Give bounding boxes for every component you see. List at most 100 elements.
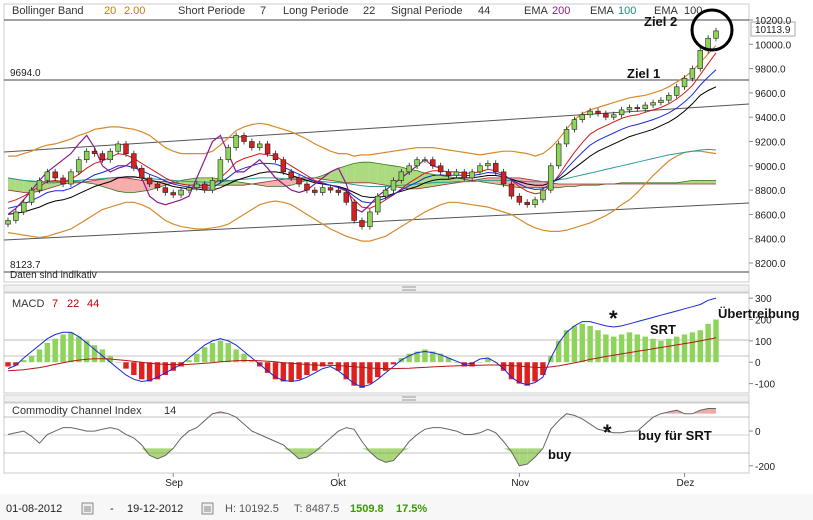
- candle-body: [524, 201, 530, 205]
- macd-histogram-bar: [209, 343, 216, 363]
- candle-body: [335, 189, 342, 193]
- price-tick-label: 9400.0: [755, 113, 786, 124]
- candle-body: [493, 163, 499, 173]
- candle-body: [209, 180, 216, 191]
- ema1-label: EMA: [524, 5, 549, 17]
- candle-body: [304, 183, 310, 191]
- price-tick-label: 8200.0: [755, 259, 786, 270]
- candle-body: [288, 171, 294, 179]
- candle-body: [36, 180, 43, 191]
- candle-body: [666, 95, 672, 101]
- candle-body: [178, 189, 184, 196]
- ema2-label: EMA: [590, 5, 615, 17]
- candle-body: [28, 189, 35, 203]
- candle-body: [272, 153, 279, 161]
- candle-body: [52, 171, 58, 179]
- month-tick-label: Nov: [511, 478, 529, 489]
- calendar-icon[interactable]: [81, 502, 94, 515]
- candle-body: [170, 192, 176, 196]
- macd-histogram-bar: [5, 362, 11, 367]
- macd-param-1: 7: [52, 298, 58, 310]
- cci-oversold-fill: [519, 448, 528, 466]
- macd-histogram-bar: [382, 362, 389, 371]
- candle-body: [634, 107, 641, 109]
- macd-histogram-bar: [390, 362, 397, 365]
- price-tick-label: 9800.0: [755, 65, 786, 76]
- macd-tick-label: 100: [755, 337, 772, 348]
- candle-body: [351, 201, 357, 221]
- macd-histogram-bar: [217, 340, 224, 363]
- long-period-value: 22: [363, 5, 375, 17]
- candle-body: [713, 30, 719, 39]
- macd-histogram-bar: [375, 362, 381, 378]
- date-to[interactable]: 19-12-2012: [127, 503, 183, 515]
- candle-body: [571, 119, 578, 130]
- ichimoku-cloud-segment: [354, 162, 362, 183]
- candle-body: [83, 150, 90, 161]
- candle-body: [241, 135, 247, 142]
- cci-overbought-fill: [708, 408, 716, 414]
- ichimoku-cloud-segment: [346, 163, 355, 183]
- price-panel: [3, 3, 750, 283]
- candle-body: [390, 180, 397, 191]
- month-tick-label: Okt: [330, 478, 346, 489]
- macd-histogram-bar: [697, 330, 703, 363]
- ichimoku-cloud-segment: [15, 179, 24, 193]
- macd-histogram-bar: [68, 332, 74, 363]
- splitter-2[interactable]: [3, 394, 750, 403]
- macd-histogram-bar: [681, 334, 688, 363]
- ichimoku-cloud-segment: [692, 180, 701, 185]
- macd-histogram-bar: [626, 332, 633, 363]
- cci-oversold-fill: [385, 448, 394, 463]
- macd-histogram-bar: [579, 323, 585, 363]
- candle-body: [500, 171, 507, 185]
- macd-histogram-bar: [587, 325, 593, 363]
- candle-body: [548, 165, 554, 191]
- macd-histogram-bar: [139, 362, 145, 380]
- candle-body: [626, 107, 633, 111]
- change-percent: 17.5%: [396, 503, 427, 515]
- candle-body: [194, 183, 200, 188]
- macd-histogram-bar: [327, 362, 334, 365]
- ichimoku-cloud-segment: [377, 163, 386, 186]
- srt-annotation: SRT: [650, 322, 676, 337]
- calendar-icon[interactable]: [201, 502, 214, 515]
- macd-histogram-bar: [76, 336, 82, 363]
- candle-body: [44, 171, 51, 181]
- splitter-1[interactable]: [3, 284, 750, 293]
- date-from[interactable]: 01-08-2012: [6, 503, 62, 515]
- macd-histogram-bar: [312, 362, 318, 371]
- macd-histogram-bar: [60, 334, 66, 363]
- signal-period-value: 44: [478, 5, 490, 17]
- macd-histogram-bar: [123, 362, 129, 369]
- ichimoku-cloud-segment: [133, 179, 142, 193]
- candle-body: [264, 143, 271, 154]
- candle-body: [280, 159, 287, 173]
- macd-histogram-bar: [571, 325, 578, 363]
- candle-body: [461, 171, 467, 179]
- macd-histogram-bar: [705, 323, 711, 363]
- macd-histogram-bar: [146, 362, 153, 382]
- price-tick-label: 8600.0: [755, 210, 786, 221]
- low-value: T: 8487.5: [294, 503, 339, 515]
- candle-body: [296, 177, 302, 185]
- macd-star-annotation: *: [609, 306, 618, 331]
- macd-histogram-bar: [131, 362, 137, 376]
- price-tick-label: 9000.0: [755, 162, 786, 173]
- candle-body: [406, 165, 412, 173]
- macd-title: MACD: [12, 298, 44, 310]
- short-period-label: Short Periode: [178, 5, 245, 17]
- candle-body: [658, 99, 664, 103]
- candle-body: [681, 78, 688, 88]
- candle-body: [201, 183, 208, 191]
- candle-body: [186, 187, 192, 191]
- candle-body: [139, 167, 145, 179]
- candle-body: [319, 187, 326, 193]
- macd-tick-label: 300: [755, 294, 772, 305]
- candle-body: [217, 159, 224, 181]
- candle-body: [249, 141, 255, 148]
- candle-body: [587, 110, 593, 116]
- price-tick-label: 9200.0: [755, 138, 786, 149]
- candle-body: [5, 220, 11, 225]
- candle-body: [375, 195, 381, 213]
